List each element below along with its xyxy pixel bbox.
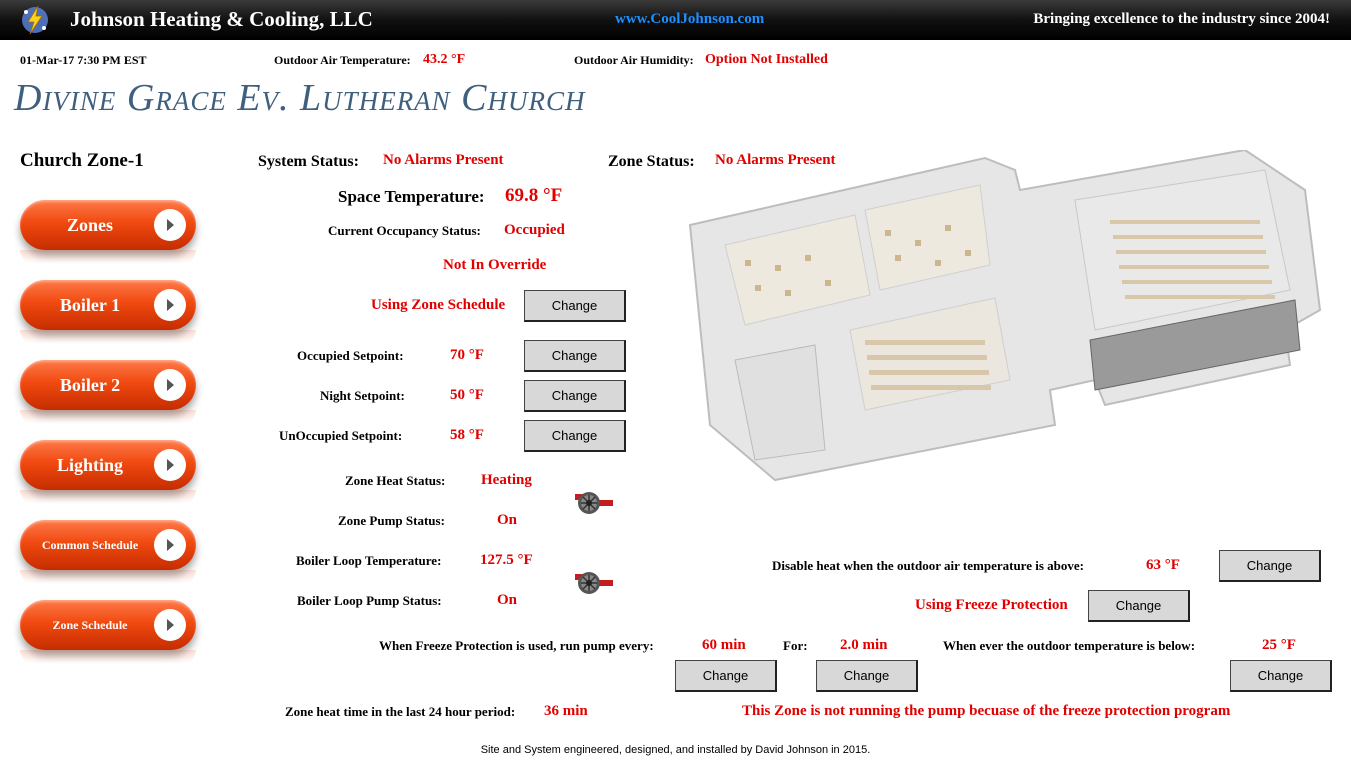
arrow-right-icon [154,289,186,321]
freeze-for-value: 2.0 min [840,637,888,653]
zone-heat-status-value: Heating [481,472,532,488]
unoccupied-setpoint-label: UnOccupied Setpoint: [279,428,403,443]
occupancy-status-value: Occupied [504,222,565,238]
schedule-change-button[interactable]: Change [524,290,626,322]
arrow-right-icon [154,369,186,401]
zone-heat-status-label: Zone Heat Status: [345,473,446,488]
freeze-below-value: 25 °F [1262,637,1296,653]
outdoor-air-humidity-label: Outdoor Air Humidity: [574,53,694,67]
freeze-run-pump-value: 60 min [702,637,746,653]
button-reflection [20,650,196,664]
church-title: Divine Grace Ev. Lutheran Church [14,77,586,119]
night-setpoint-change-button[interactable]: Change [524,380,626,412]
boiler-loop-pump-icon [575,570,615,596]
space-temperature-label: Space Temperature: [338,187,485,206]
night-setpoint-label: Night Setpoint: [320,388,405,403]
nav-boiler1-button[interactable]: Boiler 1 [20,280,196,330]
zone-heat-time-label: Zone heat time in the last 24 hour perio… [285,704,516,719]
nav-zones-button[interactable]: Zones [20,200,196,250]
space-temperature-value: 69.8 °F [505,185,563,206]
freeze-protection-status: Using Freeze Protection [915,597,1068,613]
header-bar: Johnson Heating & Cooling, LLC www.CoolJ… [0,0,1351,40]
unoccupied-setpoint-change-button[interactable]: Change [524,420,626,452]
button-reflection [20,250,196,264]
boiler-loop-pump-status-label: Boiler Loop Pump Status: [297,593,442,608]
company-name: Johnson Heating & Cooling, LLC [70,7,373,31]
nav-lighting-button[interactable]: Lighting [20,440,196,490]
arrow-right-icon [154,449,186,481]
zone-pump-icon [575,490,615,516]
company-logo-icon [20,4,50,36]
outdoor-air-temp-value: 43.2 °F [423,52,466,67]
system-status-value: No Alarms Present [383,152,504,168]
outdoor-air-temp-label: Outdoor Air Temperature: [274,53,411,67]
freeze-protection-change-button[interactable]: Change [1088,590,1190,622]
company-slogan: Bringing excellence to the industry sinc… [1033,11,1330,27]
disable-heat-change-button[interactable]: Change [1219,550,1321,582]
nav-label: Zones [66,215,113,235]
freeze-run-pump-label: When Freeze Protection is used, run pump… [379,638,654,653]
datetime: 01-Mar-17 7:30 PM EST [20,53,147,67]
night-setpoint-value: 50 °F [450,387,484,403]
zone-pump-status-label: Zone Pump Status: [338,513,445,528]
boiler-loop-temperature-label: Boiler Loop Temperature: [296,553,442,568]
building-floor-plan [685,148,1325,490]
freeze-run-pump-change-button[interactable]: Change [675,660,777,692]
system-status-label: System Status: [258,153,359,170]
occupancy-status-label: Current Occupancy Status: [328,223,481,238]
button-reflection [20,570,196,584]
freeze-for-change-button[interactable]: Change [816,660,918,692]
nav-boiler2-button[interactable]: Boiler 2 [20,360,196,410]
zone-title: Church Zone-1 [20,150,144,171]
arrow-right-icon [154,609,186,641]
nav-zone-schedule-button[interactable]: Zone Schedule [20,600,196,650]
footer-credits: Site and System engineered, designed, an… [480,744,871,756]
freeze-protection-message: This Zone is not running the pump becuas… [742,703,1231,719]
button-reflection [20,410,196,424]
occupied-setpoint-value: 70 °F [450,347,484,363]
nav-label: Lighting [56,455,124,475]
occupied-setpoint-label: Occupied Setpoint: [297,348,404,363]
disable-heat-value: 63 °F [1146,557,1180,573]
boiler-loop-pump-status-value: On [497,592,518,608]
arrow-right-icon [154,209,186,241]
override-status: Not In Override [443,257,547,273]
zone-heat-time-value: 36 min [544,703,588,719]
nav-label: Common Schedule [41,538,139,552]
nav-common-schedule-button[interactable]: Common Schedule [20,520,196,570]
schedule-status: Using Zone Schedule [371,297,506,313]
unoccupied-setpoint-value: 58 °F [450,427,484,443]
zone-pump-status-value: On [497,512,518,528]
button-reflection [20,330,196,344]
nav-label: Boiler 2 [59,375,121,395]
occupied-setpoint-change-button[interactable]: Change [524,340,626,372]
freeze-below-label: When ever the outdoor temperature is bel… [943,638,1196,653]
freeze-below-change-button[interactable]: Change [1230,660,1332,692]
freeze-for-label: For: [783,638,808,653]
nav-label: Boiler 1 [59,295,121,315]
arrow-right-icon [154,529,186,561]
website-link[interactable]: www.CoolJohnson.com [615,11,764,28]
outdoor-air-humidity-value: Option Not Installed [705,52,828,67]
disable-heat-label: Disable heat when the outdoor air temper… [772,558,1084,573]
button-reflection [20,490,196,504]
nav-label: Zone Schedule [52,618,128,632]
zone-status-label: Zone Status: [608,153,695,170]
boiler-loop-temperature-value: 127.5 °F [480,552,533,568]
